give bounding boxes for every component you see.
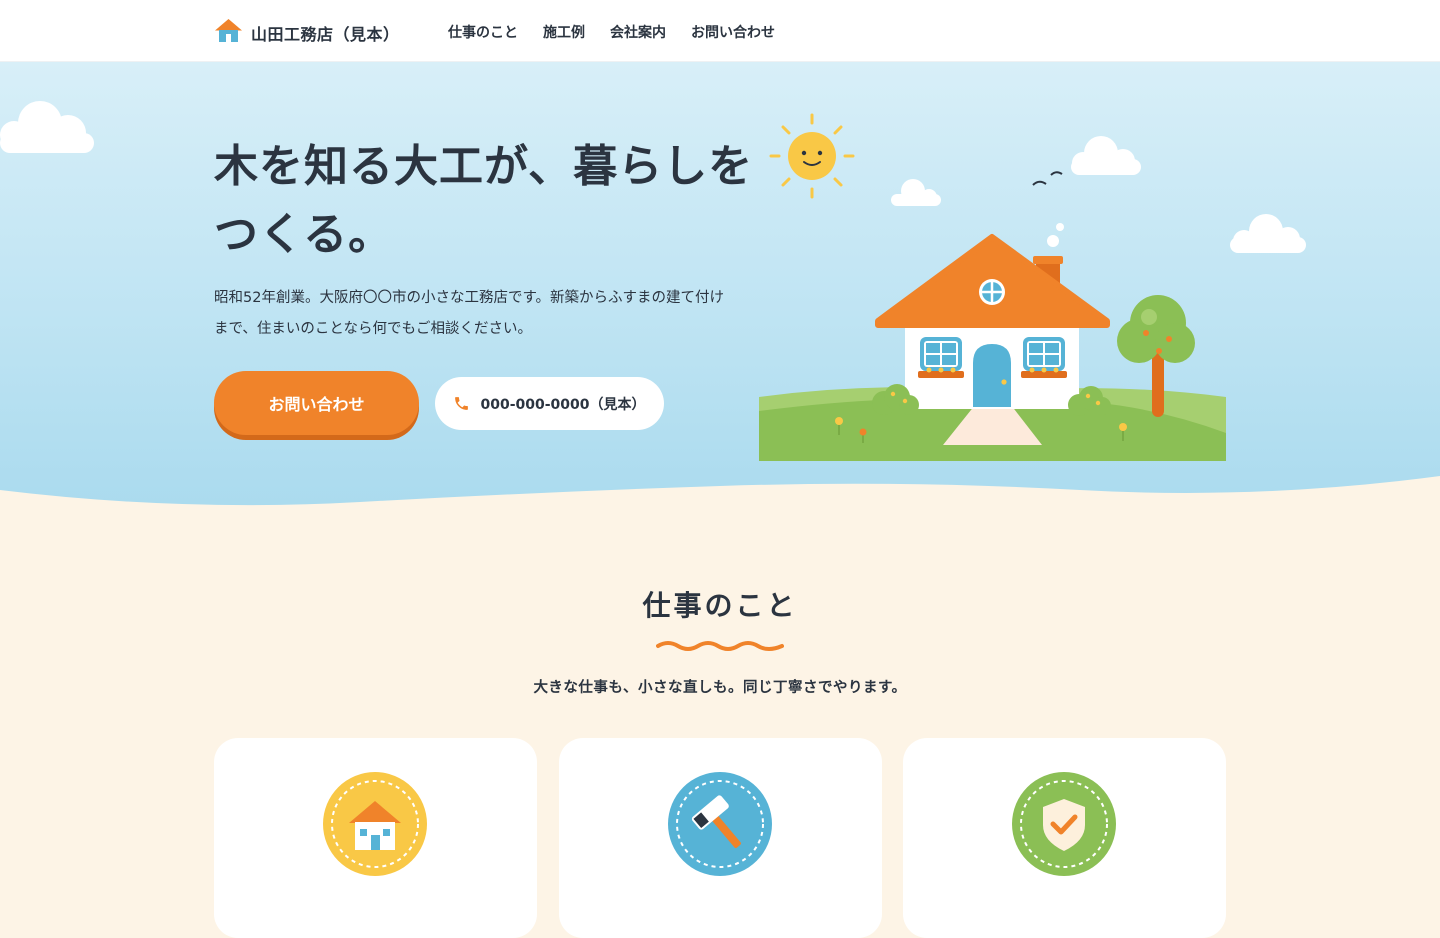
site-logo[interactable]: 山田工務店（見本） bbox=[214, 18, 400, 47]
shield-check-icon bbox=[1012, 772, 1116, 876]
service-card-warranty[interactable] bbox=[903, 738, 1226, 938]
hammer-icon bbox=[668, 772, 772, 876]
site-header: 山田工務店（見本） 仕事のこと 施工例 会社案内 お問い合わせ bbox=[0, 0, 1440, 62]
service-card-new-build[interactable] bbox=[214, 738, 537, 938]
house-illustration bbox=[759, 113, 1226, 461]
nav-link-company[interactable]: 会社案内 bbox=[610, 22, 666, 42]
nav-link-work[interactable]: 仕事のこと bbox=[448, 22, 518, 42]
section-title: 仕事のこと bbox=[642, 589, 798, 622]
house-icon bbox=[214, 18, 243, 47]
hero-wave-divider bbox=[0, 476, 1440, 521]
phone-button[interactable]: 000-000-0000（見本） bbox=[435, 377, 664, 430]
nav-link-contact[interactable]: お問い合わせ bbox=[691, 22, 775, 42]
hero-section: 木を知る大工が、暮らしをつくる。 昭和52年創業。大阪府〇〇市の小さな工務店です… bbox=[0, 61, 1440, 521]
phone-icon bbox=[453, 395, 470, 412]
hero-title: 木を知る大工が、暮らしをつくる。 bbox=[214, 141, 754, 260]
main-nav: 仕事のこと 施工例 会社案内 お問い合わせ bbox=[448, 22, 800, 42]
section-lead: 大きな仕事も、小さな直しも。同じ丁寧さでやります。 bbox=[533, 680, 907, 696]
sun-icon bbox=[769, 113, 855, 199]
site-name: 山田工務店（見本） bbox=[251, 24, 400, 44]
house-icon bbox=[323, 772, 427, 876]
cloud-icon bbox=[0, 101, 94, 153]
hero-description: 昭和52年創業。大阪府〇〇市の小さな工務店です。新築からふすまの建て付けまで、住… bbox=[214, 290, 724, 337]
cloud-icon bbox=[1230, 214, 1306, 253]
phone-number: 000-000-0000（見本） bbox=[480, 396, 646, 413]
contact-button[interactable]: お問い合わせ bbox=[214, 371, 419, 435]
nav-link-works-gallery[interactable]: 施工例 bbox=[543, 22, 585, 42]
squiggle-decoration bbox=[656, 641, 784, 651]
service-card-repair[interactable] bbox=[559, 738, 882, 938]
